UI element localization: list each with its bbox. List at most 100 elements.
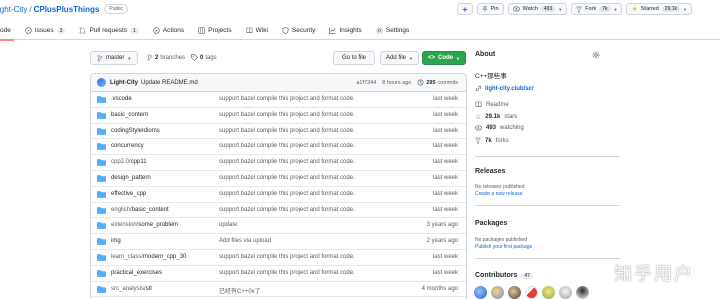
forks-label: forks (495, 137, 509, 144)
table-row[interactable]: extension/some_problem update 3 years ago (91, 218, 466, 235)
table-row[interactable]: cpp2.0/cpp11 support bazel complie this p… (91, 155, 466, 171)
star-button[interactable]: ★ Starred 29.1k ▼ (626, 3, 692, 15)
table-row[interactable]: effective_cpp support bazel complie this … (91, 187, 466, 203)
avatar[interactable] (542, 286, 555, 299)
file-commit-message[interactable]: support bazel complie this project and f… (219, 159, 355, 165)
folder-icon (97, 254, 106, 261)
tab-insights[interactable]: Insights (322, 22, 368, 40)
file-commit-message[interactable]: support bazel complie this project and f… (219, 128, 355, 134)
file-commit-message[interactable]: update (219, 222, 237, 228)
repo-name-link[interactable]: CPlusPlusThings (34, 5, 100, 14)
watching-link[interactable]: 493 watching (475, 125, 524, 131)
file-commit-message[interactable]: support bazel complie this project and f… (219, 112, 355, 118)
file-path-prefix: src_analysis/ (111, 285, 146, 292)
repo-tabs: ode Issues 3 Pull requests 1 Actions Pro… (0, 22, 720, 41)
file-commit-message[interactable]: support bazel complie this project and f… (219, 96, 355, 102)
tab-settings[interactable]: Settings (369, 22, 417, 40)
file-name: codingStyleIdioms (111, 127, 160, 134)
tags-count: 0 (200, 54, 204, 61)
create-release-link[interactable]: Create a new release (475, 191, 523, 197)
table-row[interactable]: .vscode support bazel complie this projec… (91, 92, 466, 108)
commits-link[interactable]: 295 commits (417, 79, 458, 86)
commit-sha[interactable]: a1f7244 (356, 80, 376, 86)
repo-owner-link[interactable]: ight-City (0, 5, 27, 14)
table-row[interactable]: img Add files via upload 2 years ago (91, 234, 466, 250)
avatar[interactable] (491, 286, 504, 299)
file-name-link[interactable]: concurrency (111, 143, 144, 149)
packages-title[interactable]: Packages (475, 220, 507, 227)
avatar[interactable] (97, 78, 106, 87)
folder-icon (97, 238, 106, 246)
file-name-link[interactable]: practical_exercises (111, 270, 162, 276)
file-commit-message[interactable]: support bazel complie this project and f… (219, 254, 355, 260)
sponsor-button[interactable] (456, 3, 473, 15)
add-file-button[interactable]: Add file ▼ (380, 51, 419, 65)
divider (475, 258, 620, 259)
readme-label: Readme (486, 101, 509, 108)
file-name-link[interactable]: src_analysis/stl (111, 286, 152, 292)
file-name-link[interactable]: effective_cpp (111, 191, 146, 197)
code-button[interactable]: <> Code ▼ (422, 51, 466, 65)
commit-author[interactable]: Light-City (110, 80, 138, 86)
branch-icon (97, 54, 103, 62)
table-row[interactable]: src_analysis/stl 已经有C++0x了 4 months ago (91, 282, 466, 298)
folder-icon (97, 222, 106, 230)
tab-actions[interactable]: Actions (146, 22, 191, 40)
website-link[interactable]: light-city.club/sc/ (475, 85, 534, 92)
file-name-link[interactable]: img (111, 238, 121, 244)
file-name-link[interactable]: learn_class/modern_cpp_30 (111, 254, 186, 260)
avatar[interactable] (525, 286, 538, 299)
file-name-link[interactable]: basic_content (111, 112, 148, 118)
tab-issues-label: Issues (34, 27, 54, 34)
table-row[interactable]: english/basic_content support bazel compl… (91, 203, 466, 219)
contributors-title-row[interactable]: Contributors 47 (475, 272, 533, 279)
file-commit-message[interactable]: support bazel complie this project and f… (219, 207, 355, 213)
releases-title[interactable]: Releases (475, 168, 505, 175)
table-row[interactable]: learn_class/modern_cpp_30 support bazel c… (91, 250, 466, 266)
gear-icon[interactable] (592, 51, 600, 59)
file-commit-message[interactable]: support bazel complie this project and f… (219, 143, 355, 149)
go-to-file-button[interactable]: Go to file (333, 51, 375, 65)
table-row[interactable]: concurrency support bazel complie this pr… (91, 139, 466, 156)
publish-package-link[interactable]: Publish your first package (475, 244, 532, 250)
table-row[interactable]: practical_exercises support bazel complie… (91, 266, 466, 282)
file-commit-message[interactable]: support bazel complie this project and f… (219, 191, 355, 197)
fork-button[interactable]: Fork 7k ▼ (571, 3, 623, 15)
file-name: design_pattern (111, 174, 151, 181)
folder-icon (97, 143, 106, 151)
tags-link[interactable]: 0 tags (191, 54, 217, 61)
avatar[interactable] (508, 286, 521, 299)
file-name-link[interactable]: cpp2.0/cpp11 (111, 159, 147, 165)
file-commit-message[interactable]: support bazel complie this project and f… (219, 270, 355, 276)
eye-icon (512, 6, 520, 12)
table-row[interactable]: basic_content support bazel complie this … (91, 108, 466, 124)
watch-button[interactable]: Watch 493 ▼ (507, 3, 568, 15)
stars-link[interactable]: ☆ 29.1k stars (475, 113, 517, 121)
file-name-link[interactable]: english/basic_content (111, 207, 169, 213)
chevron-down-icon: ▼ (127, 55, 132, 61)
commit-message[interactable]: Update README.md (141, 80, 198, 86)
file-name-link[interactable]: extension/some_problem (111, 222, 178, 228)
file-name-link[interactable]: codingStyleIdioms (111, 128, 160, 134)
tab-wiki[interactable]: Wiki (239, 22, 275, 40)
table-row[interactable]: codingStyleIdioms support bazel complie t… (91, 124, 466, 140)
tab-projects[interactable]: Projects (191, 22, 238, 40)
tab-pull-requests[interactable]: Pull requests 1 (72, 22, 145, 40)
tab-code[interactable]: ode (0, 22, 18, 41)
branches-link[interactable]: 2 branches (147, 54, 185, 61)
file-name-link[interactable]: .vscode (111, 96, 132, 102)
avatar[interactable] (576, 286, 589, 299)
file-commit-message[interactable]: 已经有C++0x了 (219, 286, 261, 295)
readme-link[interactable]: Readme (475, 101, 509, 108)
file-commit-message[interactable]: support bazel complie this project and f… (219, 175, 355, 181)
pin-button[interactable]: Pin (476, 3, 504, 15)
file-commit-message[interactable]: Add files via upload (219, 238, 271, 244)
tab-issues[interactable]: Issues 3 (18, 22, 73, 40)
avatar[interactable] (474, 286, 487, 299)
file-name-link[interactable]: design_pattern (111, 175, 151, 181)
forks-link[interactable]: 7k forks (475, 137, 509, 144)
avatar[interactable] (559, 286, 572, 299)
table-row[interactable]: design_pattern support bazel complie this… (91, 171, 466, 187)
branch-selector[interactable]: master ▼ (90, 51, 139, 65)
tab-security[interactable]: Security (275, 22, 322, 40)
